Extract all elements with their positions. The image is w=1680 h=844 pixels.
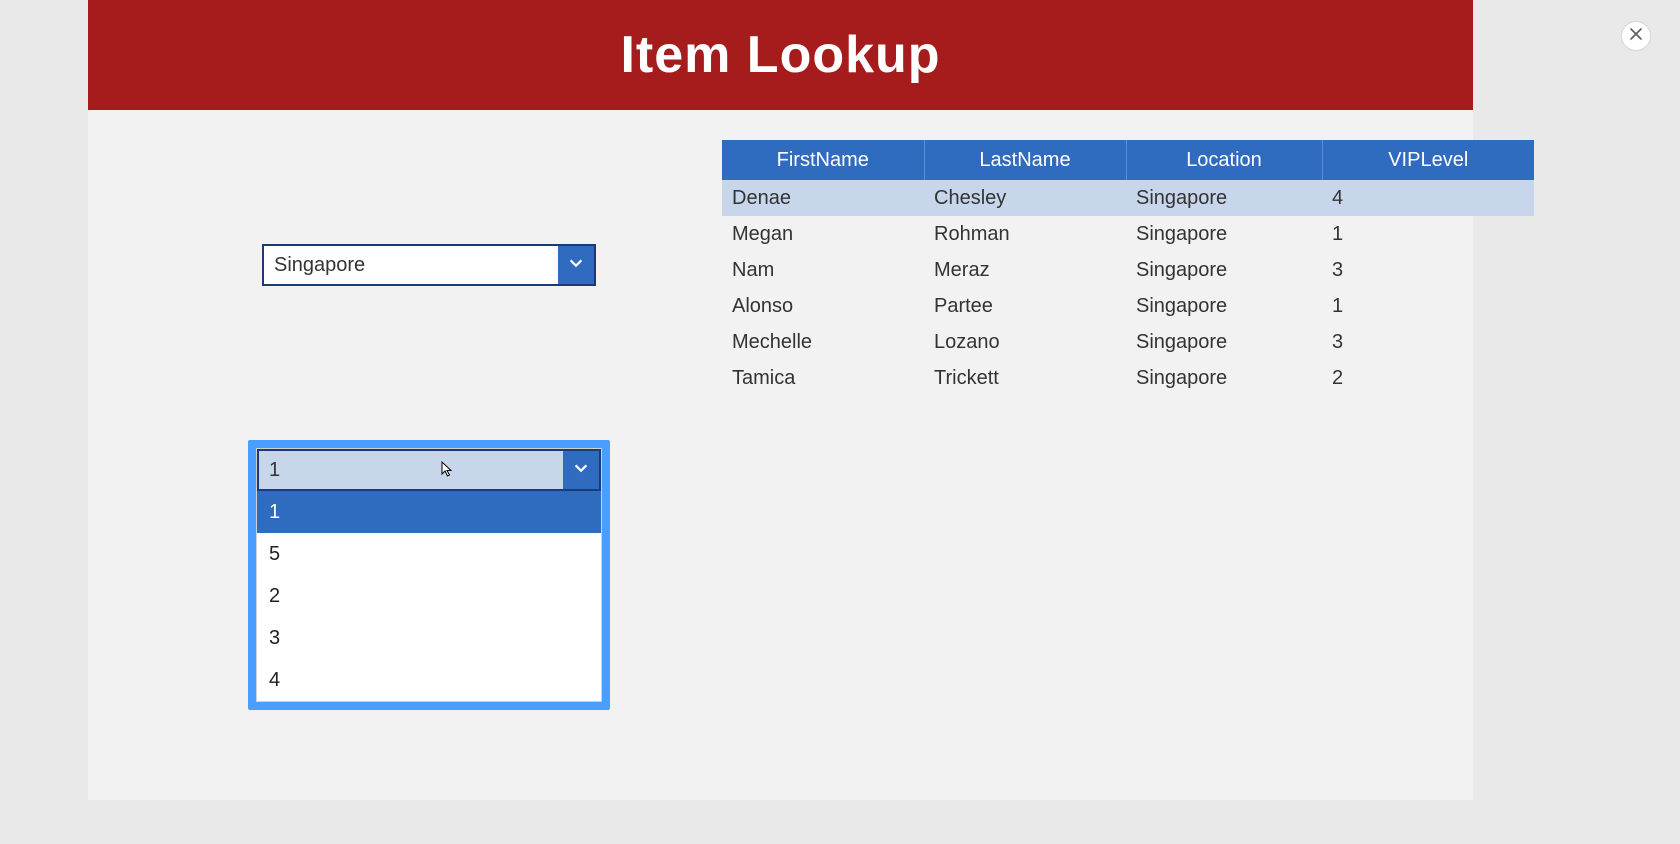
table-cell: 3 — [1322, 252, 1534, 288]
table-cell: Lozano — [924, 324, 1126, 360]
table-cell: Rohman — [924, 216, 1126, 252]
table-cell: Nam — [722, 252, 924, 288]
viplevel-dropdown-value: 1 — [259, 451, 563, 489]
viplevel-dropdown-toggle[interactable] — [563, 451, 599, 489]
table-cell: 2 — [1322, 360, 1534, 396]
viplevel-option[interactable]: 5 — [257, 533, 601, 575]
viplevel-option[interactable]: 3 — [257, 617, 601, 659]
table-cell: Partee — [924, 288, 1126, 324]
viplevel-dropdown-container: 1 15234 — [256, 448, 602, 702]
viplevel-dropdown-list: 15234 — [257, 491, 601, 701]
table-body: DenaeChesleySingapore4MeganRohmanSingapo… — [722, 180, 1534, 396]
location-dropdown-value: Singapore — [264, 246, 558, 284]
table-cell: Trickett — [924, 360, 1126, 396]
table-row[interactable]: TamicaTrickettSingapore2 — [722, 360, 1534, 396]
table-cell: Mechelle — [722, 324, 924, 360]
app-panel: Item Lookup Singapore 1 1523 — [88, 0, 1473, 800]
viplevel-dropdown[interactable]: 1 — [257, 449, 601, 491]
viplevel-option[interactable]: 4 — [257, 659, 601, 701]
table-row[interactable]: DenaeChesleySingapore4 — [722, 180, 1534, 216]
table-cell: Singapore — [1126, 288, 1322, 324]
viplevel-option[interactable]: 1 — [257, 491, 601, 533]
table-cell: Singapore — [1126, 360, 1322, 396]
close-icon — [1629, 27, 1643, 46]
results-table: FirstName LastName Location VIPLevel Den… — [722, 140, 1534, 396]
chevron-down-icon — [572, 459, 590, 482]
page-header: Item Lookup — [88, 0, 1473, 110]
table-cell: Denae — [722, 180, 924, 216]
location-dropdown-toggle[interactable] — [558, 246, 594, 284]
table-cell: Singapore — [1126, 216, 1322, 252]
viplevel-dropdown-selection-highlight: 1 15234 — [248, 440, 610, 710]
table-row[interactable]: MeganRohmanSingapore1 — [722, 216, 1534, 252]
table-row[interactable]: NamMerazSingapore3 — [722, 252, 1534, 288]
table-cell: 4 — [1322, 180, 1534, 216]
column-header[interactable]: LastName — [924, 140, 1126, 180]
table-cell: Meraz — [924, 252, 1126, 288]
table-cell: 1 — [1322, 216, 1534, 252]
table-cell: Singapore — [1126, 252, 1322, 288]
chevron-down-icon — [567, 254, 585, 277]
location-dropdown[interactable]: Singapore — [262, 244, 596, 286]
table-row[interactable]: AlonsoParteeSingapore1 — [722, 288, 1534, 324]
table-cell: Alonso — [722, 288, 924, 324]
table-cell: Singapore — [1126, 180, 1322, 216]
close-button[interactable] — [1622, 22, 1650, 50]
column-header[interactable]: VIPLevel — [1322, 140, 1534, 180]
table-cell: Tamica — [722, 360, 924, 396]
table-cell: 3 — [1322, 324, 1534, 360]
table-header: FirstName LastName Location VIPLevel — [722, 140, 1534, 180]
table-cell: Singapore — [1126, 324, 1322, 360]
column-header[interactable]: Location — [1126, 140, 1322, 180]
table-cell: Chesley — [924, 180, 1126, 216]
table-cell: 1 — [1322, 288, 1534, 324]
table-row[interactable]: MechelleLozanoSingapore3 — [722, 324, 1534, 360]
page-title: Item Lookup — [620, 25, 940, 85]
column-header[interactable]: FirstName — [722, 140, 924, 180]
table-cell: Megan — [722, 216, 924, 252]
viplevel-option[interactable]: 2 — [257, 575, 601, 617]
